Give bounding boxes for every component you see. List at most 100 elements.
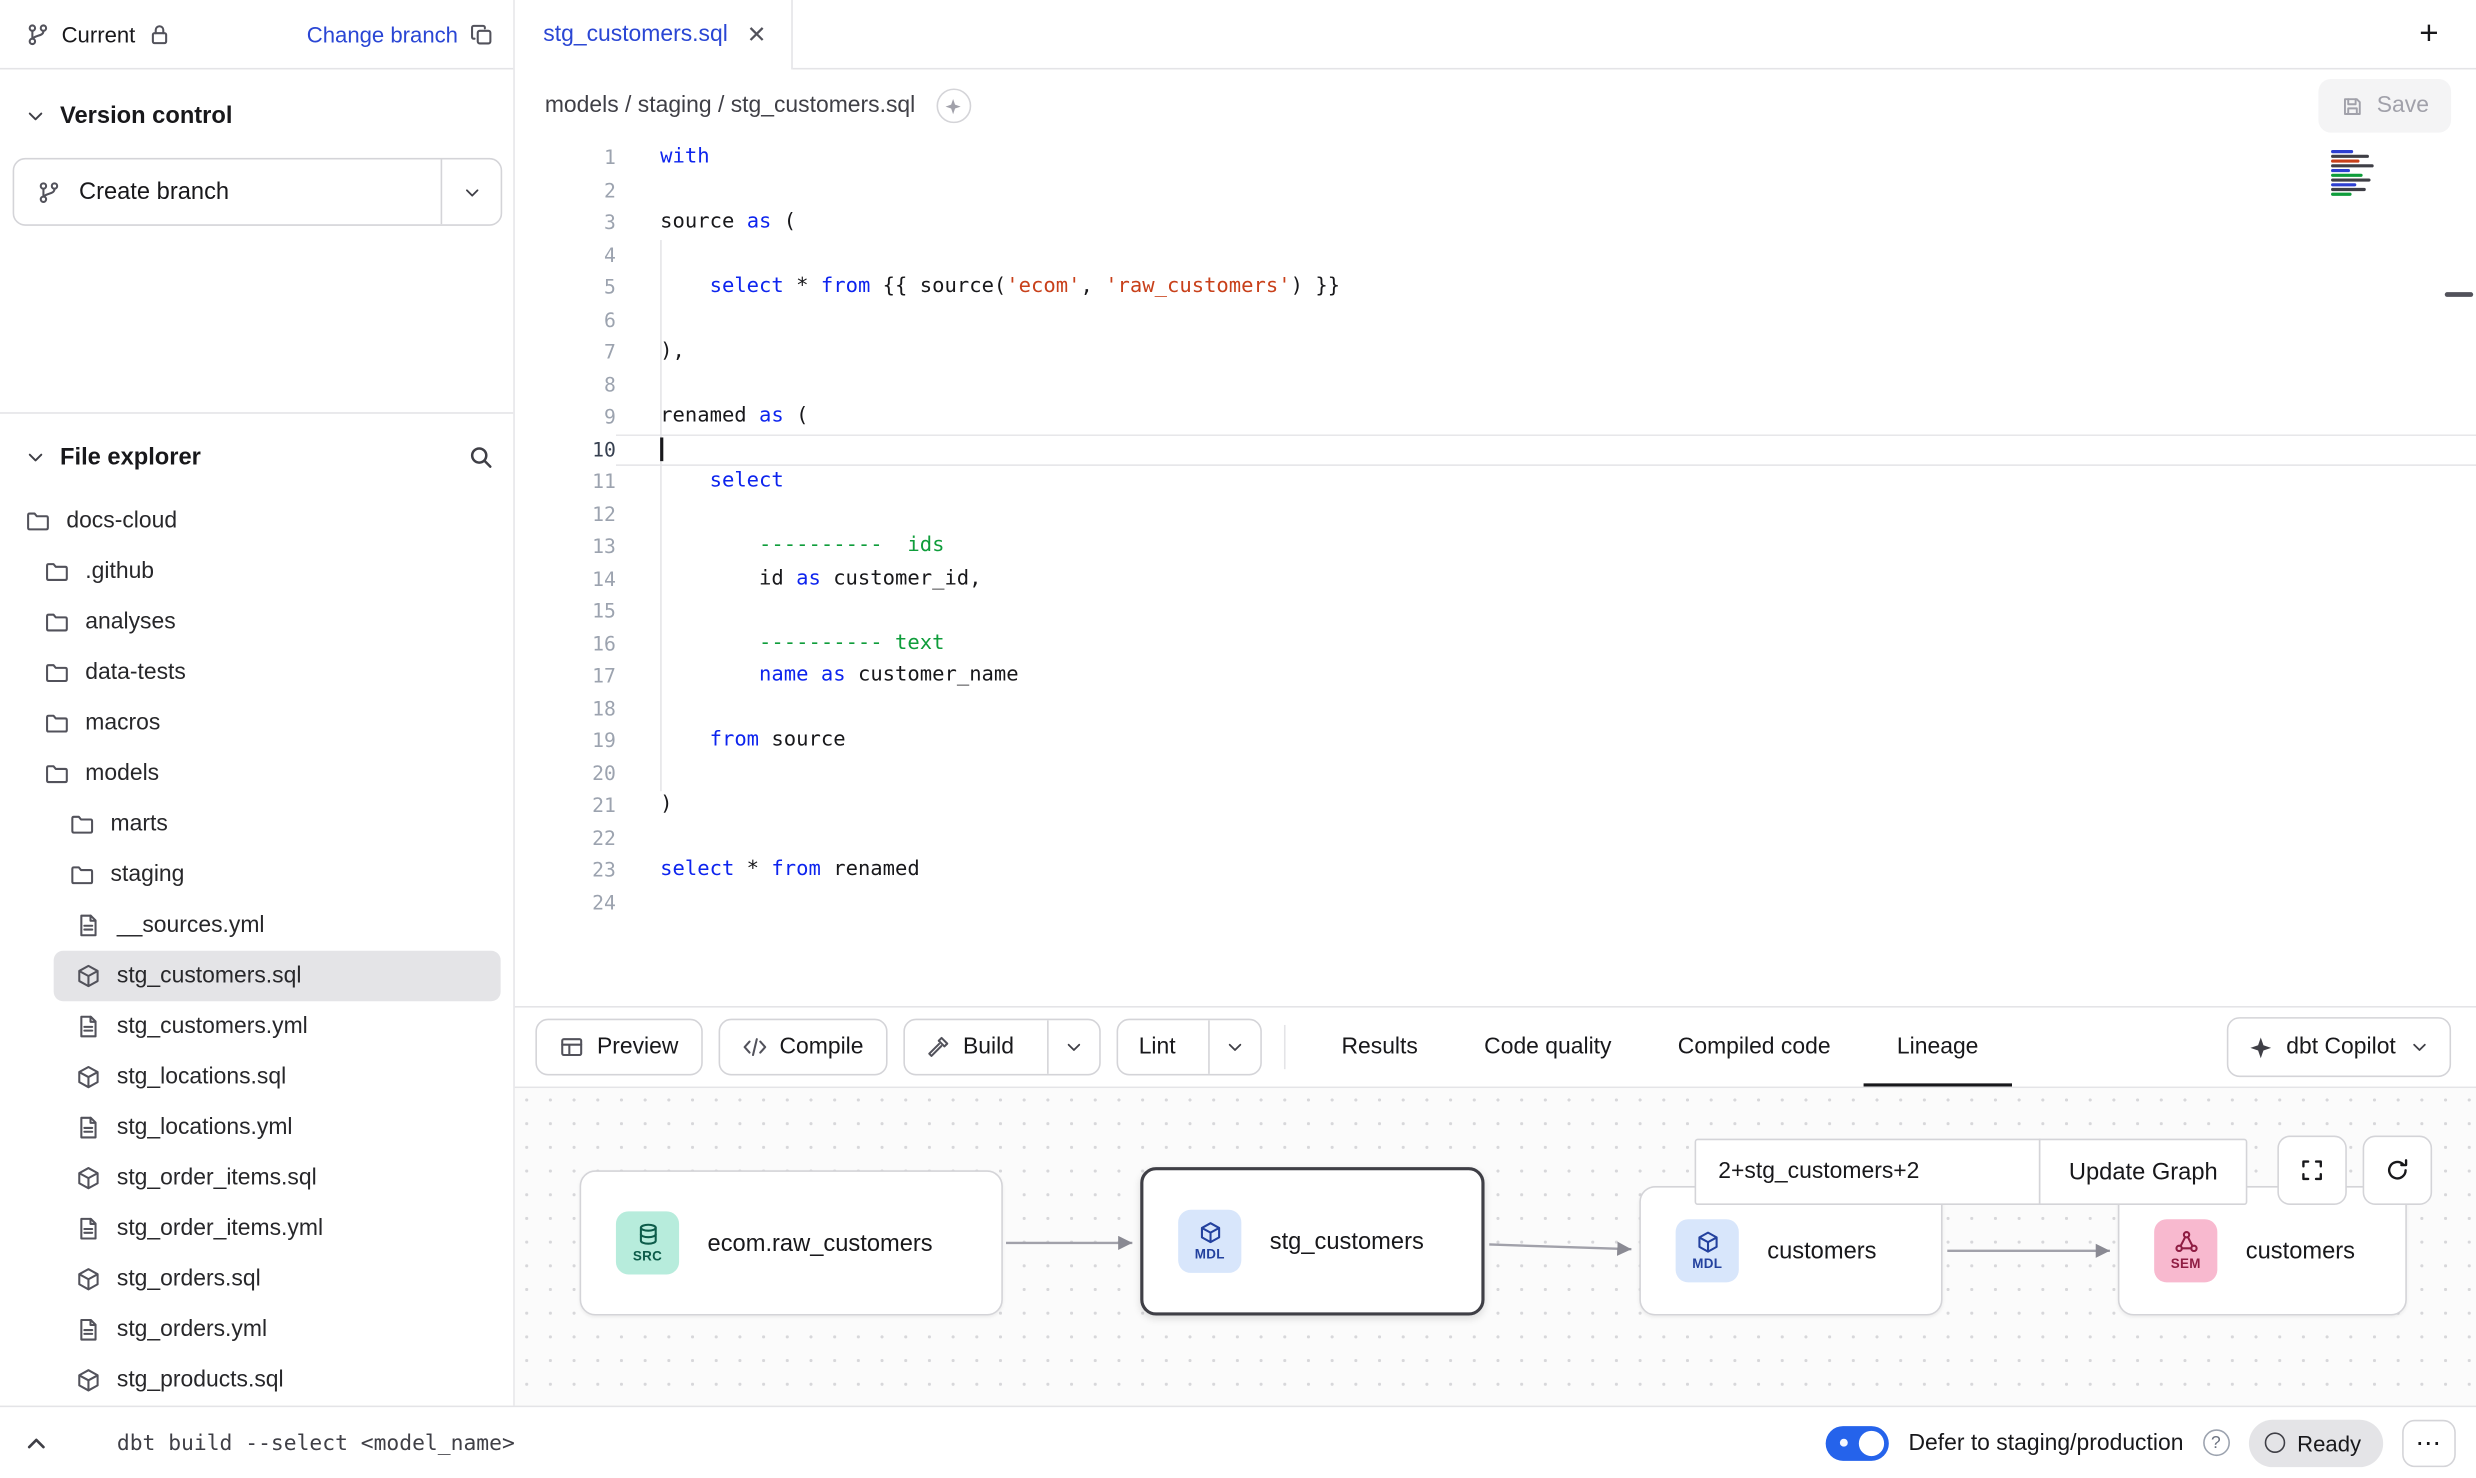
code-line-1[interactable]: 1with xyxy=(515,142,2476,174)
search-icon[interactable] xyxy=(467,443,494,470)
file-tree-item-label: stg_locations.sql xyxy=(117,1064,286,1089)
overflow-menu-button[interactable]: ⋯ xyxy=(2402,1419,2456,1466)
code-line-16[interactable]: 16 ---------- text xyxy=(515,628,2476,660)
line-number: 23 xyxy=(515,854,616,886)
change-branch-link[interactable]: Change branch xyxy=(307,21,458,46)
lineage-canvas[interactable]: SRCecom.raw_customers MDLstg_customers MDL… xyxy=(515,1088,2476,1405)
chevron-up-icon[interactable] xyxy=(22,1428,50,1456)
fullscreen-button[interactable] xyxy=(2277,1136,2346,1205)
dbt-copilot-button[interactable]: dbt Copilot xyxy=(2226,1017,2451,1077)
file-tree-item-label: .github xyxy=(85,559,154,584)
help-icon[interactable]: ? xyxy=(2202,1429,2229,1456)
compile-button[interactable]: Compile xyxy=(718,1019,887,1076)
code-line-23[interactable]: 23select * from renamed xyxy=(515,854,2476,886)
code-line-8[interactable]: 8 xyxy=(515,369,2476,401)
copy-icon[interactable] xyxy=(469,21,494,46)
code-line-10[interactable]: 10 xyxy=(515,434,2476,466)
code-line-14[interactable]: 14 id as customer_id, xyxy=(515,563,2476,595)
code-line-21[interactable]: 21) xyxy=(515,790,2476,822)
code-line-5[interactable]: 5 select * from {{ source('ecom', 'raw_c… xyxy=(515,272,2476,304)
file-tree-item-stg_customers.yml[interactable]: stg_customers.yml xyxy=(0,1001,513,1052)
code-line-24[interactable]: 24 xyxy=(515,887,2476,919)
code-line-19[interactable]: 19 from source xyxy=(515,725,2476,757)
tab-results[interactable]: Results xyxy=(1308,1008,1451,1087)
code-line-20[interactable]: 20 xyxy=(515,757,2476,789)
refresh-button[interactable] xyxy=(2363,1136,2432,1205)
file-tree-item-docs-cloud[interactable]: docs-cloud xyxy=(0,496,513,547)
code-line-3[interactable]: 3source as ( xyxy=(515,207,2476,239)
file-tree-item-.github[interactable]: .github xyxy=(0,546,513,597)
line-number: 16 xyxy=(515,628,616,660)
file-tree-item-stg_products.sql[interactable]: stg_products.sql xyxy=(0,1355,513,1406)
file-tree-item-stg_locations.sql[interactable]: stg_locations.sql xyxy=(0,1052,513,1103)
copilot-badge-icon[interactable] xyxy=(936,88,971,123)
file-tree-item-__sources.yml[interactable]: __sources.yml xyxy=(0,900,513,951)
build-dropdown[interactable] xyxy=(1047,1020,1099,1074)
tab-code-quality[interactable]: Code quality xyxy=(1451,1008,1645,1087)
preview-button[interactable]: Preview xyxy=(535,1019,702,1076)
update-graph-button[interactable]: Update Graph xyxy=(2039,1139,2248,1205)
status-bar-right: Defer to staging/production ? Ready ⋯ xyxy=(1826,1419,2455,1466)
code-line-18[interactable]: 18 xyxy=(515,693,2476,725)
file-tree-item-stg_locations.yml[interactable]: stg_locations.yml xyxy=(0,1102,513,1153)
version-control-header[interactable]: Version control xyxy=(0,79,501,152)
code-line-17[interactable]: 17 name as customer_name xyxy=(515,660,2476,692)
code-line-12[interactable]: 12 xyxy=(515,498,2476,530)
line-content xyxy=(616,822,2476,854)
node-label: stg_customers xyxy=(1270,1228,1424,1255)
lineage-node-customers[interactable]: MDLcustomers xyxy=(1639,1186,1942,1316)
lineage-node-customers[interactable]: SEMcustomers xyxy=(2118,1186,2407,1316)
line-content: select * from {{ source('ecom', 'raw_cus… xyxy=(616,272,2476,304)
file-tree-item-stg_orders.sql[interactable]: stg_orders.sql xyxy=(0,1254,513,1305)
new-tab-button[interactable]: + xyxy=(2404,9,2455,60)
lint-dropdown[interactable] xyxy=(1209,1020,1261,1074)
line-number: 15 xyxy=(515,595,616,627)
panel-tabs: Results Code quality Compiled code Linea… xyxy=(1308,1008,2011,1087)
file-tree-item-stg_order_items.yml[interactable]: stg_order_items.yml xyxy=(0,1203,513,1254)
file-explorer-header[interactable]: File explorer xyxy=(0,420,513,493)
file-tree-item-staging[interactable]: staging xyxy=(0,850,513,901)
file-tree-item-analyses[interactable]: analyses xyxy=(0,597,513,648)
line-content: with xyxy=(616,142,2476,174)
node-label: customers xyxy=(1767,1237,1876,1264)
build-button[interactable]: Build xyxy=(905,1020,1035,1074)
file-tree-item-models[interactable]: models xyxy=(0,749,513,800)
code-line-13[interactable]: 13 ---------- ids xyxy=(515,531,2476,563)
code-line-4[interactable]: 4 xyxy=(515,239,2476,271)
lint-button[interactable]: Lint xyxy=(1118,1020,1196,1074)
file-tree-item-stg_order_items.sql[interactable]: stg_order_items.sql xyxy=(0,1153,513,1204)
minimap[interactable] xyxy=(2331,148,2388,211)
save-button[interactable]: Save xyxy=(2318,79,2451,133)
lineage-node-stg_customers[interactable]: MDLstg_customers xyxy=(1140,1167,1484,1315)
code-line-7[interactable]: 7), xyxy=(515,336,2476,368)
file-tree-item-stg_customers.sql[interactable]: stg_customers.sql xyxy=(54,951,501,1002)
line-number: 7 xyxy=(515,336,616,368)
file-tree-item-label: stg_locations.yml xyxy=(117,1115,293,1140)
file-tree-item-marts[interactable]: marts xyxy=(0,799,513,850)
code-line-15[interactable]: 15 xyxy=(515,595,2476,627)
toolbar-divider xyxy=(1285,1025,1287,1069)
code-line-9[interactable]: 9renamed as ( xyxy=(515,401,2476,433)
tab-lineage[interactable]: Lineage xyxy=(1864,1008,2012,1087)
file-icon xyxy=(76,1216,101,1241)
create-branch-button[interactable]: Create branch xyxy=(14,160,440,225)
line-content xyxy=(616,239,2476,271)
line-number: 17 xyxy=(515,660,616,692)
code-line-2[interactable]: 2 xyxy=(515,175,2476,207)
file-tree-item-stg_orders.yml[interactable]: stg_orders.yml xyxy=(0,1305,513,1356)
status-ring-icon xyxy=(2264,1432,2285,1453)
file-tree-item-macros[interactable]: macros xyxy=(0,698,513,749)
create-branch-dropdown[interactable] xyxy=(441,160,501,225)
code-line-11[interactable]: 11 select xyxy=(515,466,2476,498)
file-tree-item-data-tests[interactable]: data-tests xyxy=(0,648,513,699)
code-line-22[interactable]: 22 xyxy=(515,822,2476,854)
defer-toggle[interactable] xyxy=(1826,1425,1889,1460)
editor-tab-bar: stg_customers.sql ✕ + xyxy=(515,0,2476,69)
code-line-6[interactable]: 6 xyxy=(515,304,2476,336)
lineage-filter-input[interactable] xyxy=(1695,1139,2041,1205)
close-tab-icon[interactable]: ✕ xyxy=(747,23,767,47)
lineage-node-ecom.raw_customers[interactable]: SRCecom.raw_customers xyxy=(580,1170,1003,1315)
tab-stg-customers-sql[interactable]: stg_customers.sql ✕ xyxy=(515,0,794,69)
tab-compiled-code[interactable]: Compiled code xyxy=(1645,1008,1864,1087)
editor-scrollbar-thumb[interactable] xyxy=(2445,292,2473,297)
